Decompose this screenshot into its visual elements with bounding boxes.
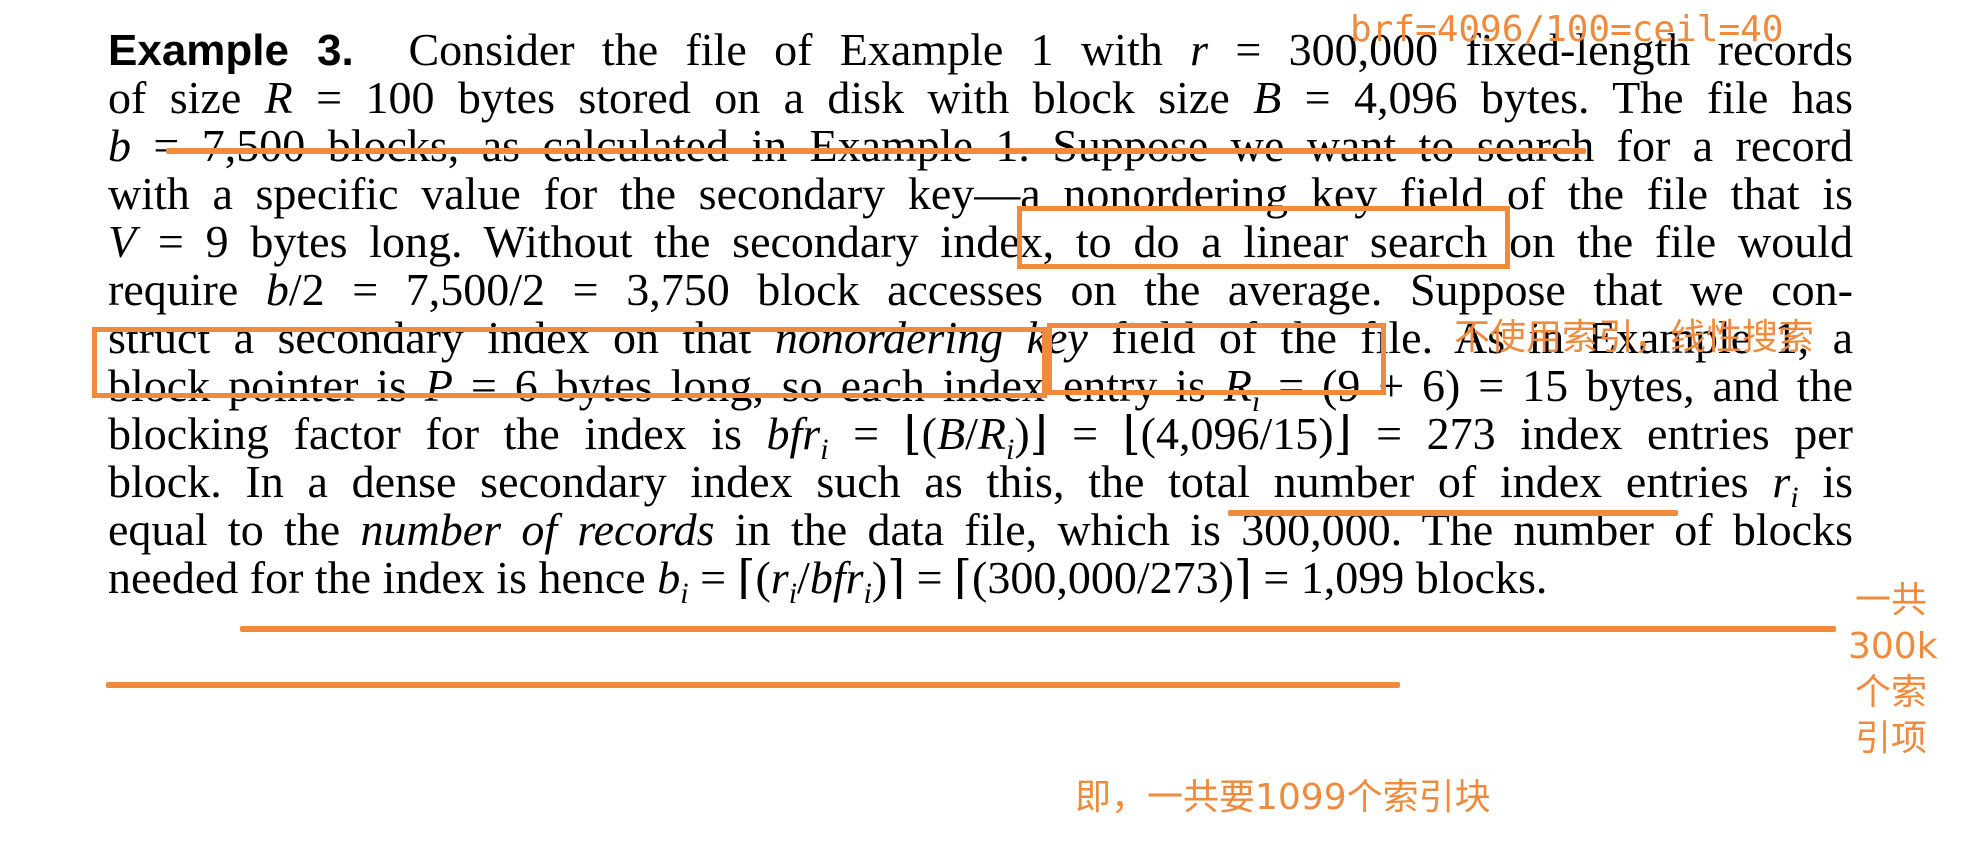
underline-number-of-records <box>106 682 1400 688</box>
highlight-box-block-accesses <box>92 327 1047 398</box>
highlight-box-on-the-average <box>1047 323 1386 395</box>
highlight-box-nonordering-key <box>1017 206 1510 269</box>
text-line-12: needed for the index is hence bi = ⌈(ri/… <box>108 552 1548 611</box>
underline-record-size <box>166 148 1586 154</box>
annotation-index-blocks-note: 即，一共要1099个索引块 <box>1075 777 1491 818</box>
annotation-brf-note: brf=4096/100=ceil=40 <box>1350 9 1784 50</box>
document-page: Example 3. Consider the file of Example … <box>0 0 1961 866</box>
underline-index-entry-size <box>1228 510 1678 516</box>
annotation-linear-search-note: 不使用索引，线性搜索 <box>1454 317 1815 358</box>
underline-dense-index <box>240 626 1836 632</box>
annotation-total-index-entries: 一共300k个索引项 <box>1848 580 1938 759</box>
